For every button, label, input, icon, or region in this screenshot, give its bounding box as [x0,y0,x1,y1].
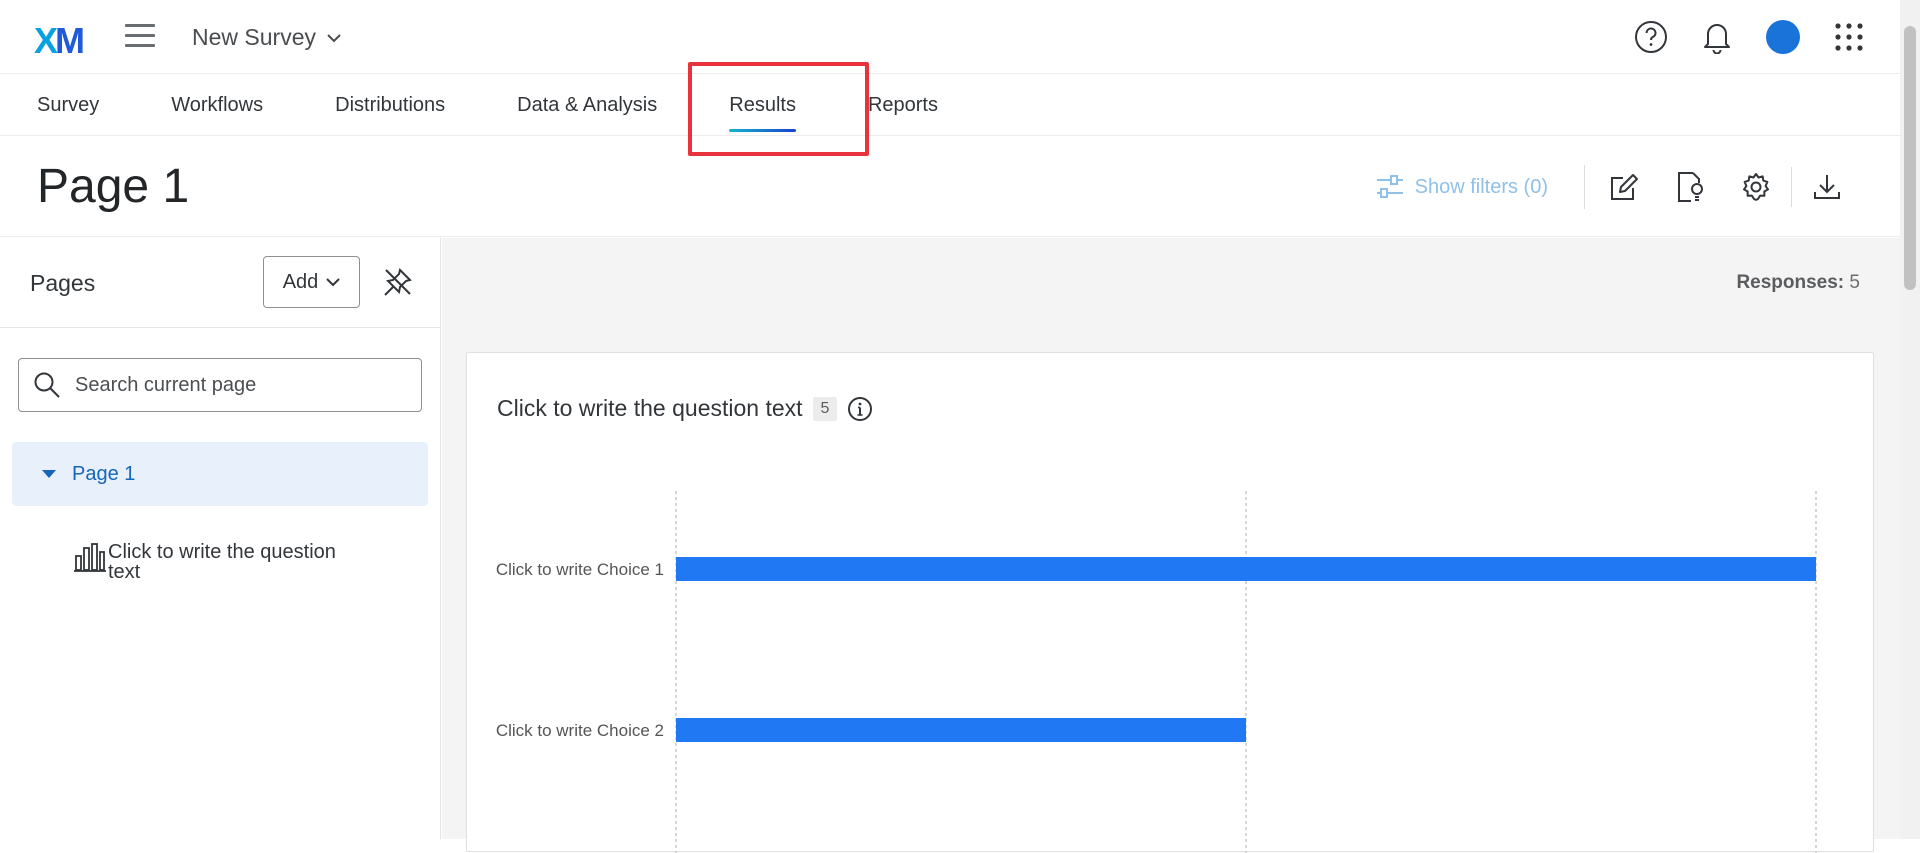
chart-bar[interactable] [676,718,1246,742]
info-icon[interactable] [847,396,873,422]
bar-chart-icon [74,543,106,572]
question-result-card: Click to write Choice 1 Click to write Ch… [466,352,1874,853]
divider [1791,167,1792,207]
page-item-label: Page 1 [72,462,136,485]
survey-name: New Survey [192,24,316,50]
tab-distributions[interactable]: Distributions [335,74,445,136]
sidebar-question-item[interactable]: Click to write the question text [74,542,374,582]
filter-sliders-icon [1376,175,1403,198]
insights-document-icon[interactable] [1657,165,1723,209]
help-icon[interactable] [1618,16,1684,58]
page-scrollbar[interactable] [1900,0,1920,839]
avatar [1766,20,1800,54]
responses-label: Responses: [1736,272,1845,293]
tab-data-analysis[interactable]: Data & Analysis [517,74,657,136]
menu-icon[interactable] [125,24,155,48]
search-icon [34,372,60,398]
question-text: Click to write the question text [497,395,803,421]
results-bar-chart: Click to write Choice 1 Click to write Ch… [496,491,1817,853]
chevron-down-icon [326,277,341,286]
settings-gear-icon[interactable] [1723,165,1789,209]
sidebar-title: Pages [30,270,96,296]
chart-category-label: Click to write Choice 1 [496,560,664,579]
sidebar-item-page-1[interactable]: Page 1 [12,442,428,506]
pages-sidebar: Pages Add Page 1 Click to write the ques… [0,238,441,839]
responses-count: Responses: 5 [1736,272,1860,294]
tab-workflows[interactable]: Workflows [171,74,263,136]
page-header: Page 1 Show filters (0) [0,137,1900,237]
search-current-page[interactable] [18,358,422,412]
user-avatar[interactable] [1750,16,1816,58]
tab-reports[interactable]: Reports [868,74,938,136]
top-bar: XM New Survey [0,0,1900,74]
unpin-icon[interactable] [382,266,414,303]
apps-grid-icon[interactable] [1816,16,1882,58]
tab-survey[interactable]: Survey [37,74,99,136]
responses-value: 5 [1849,272,1860,293]
question-count-badge: 5 [812,396,838,421]
results-main: Responses: 5 Click to write Choice 1 Clic… [442,238,1900,853]
search-input[interactable] [75,373,395,397]
add-button-label: Add [282,270,319,293]
question-title: Click to write the question text 5 [497,395,873,422]
add-button[interactable]: Add [263,256,360,308]
chart-bar[interactable] [676,557,1816,581]
download-icon[interactable] [1794,165,1860,209]
chart-category-label: Click to write Choice 2 [496,721,664,740]
main-nav-tabs: Survey Workflows Distributions Data & An… [0,74,1900,136]
question-item-label: Click to write the question text [108,541,336,583]
xm-logo[interactable]: XM [34,20,85,62]
caret-down-icon [42,470,56,478]
show-filters-label: Show filters (0) [1414,175,1548,198]
notifications-bell-icon[interactable] [1684,16,1750,58]
show-filters-button[interactable]: Show filters (0) [1375,165,1585,209]
survey-name-dropdown[interactable]: New Survey [192,24,342,51]
edit-icon[interactable] [1591,165,1657,209]
page-title: Page 1 [37,160,190,213]
scrollbar-thumb[interactable] [1904,26,1916,290]
chevron-down-icon [327,33,341,42]
